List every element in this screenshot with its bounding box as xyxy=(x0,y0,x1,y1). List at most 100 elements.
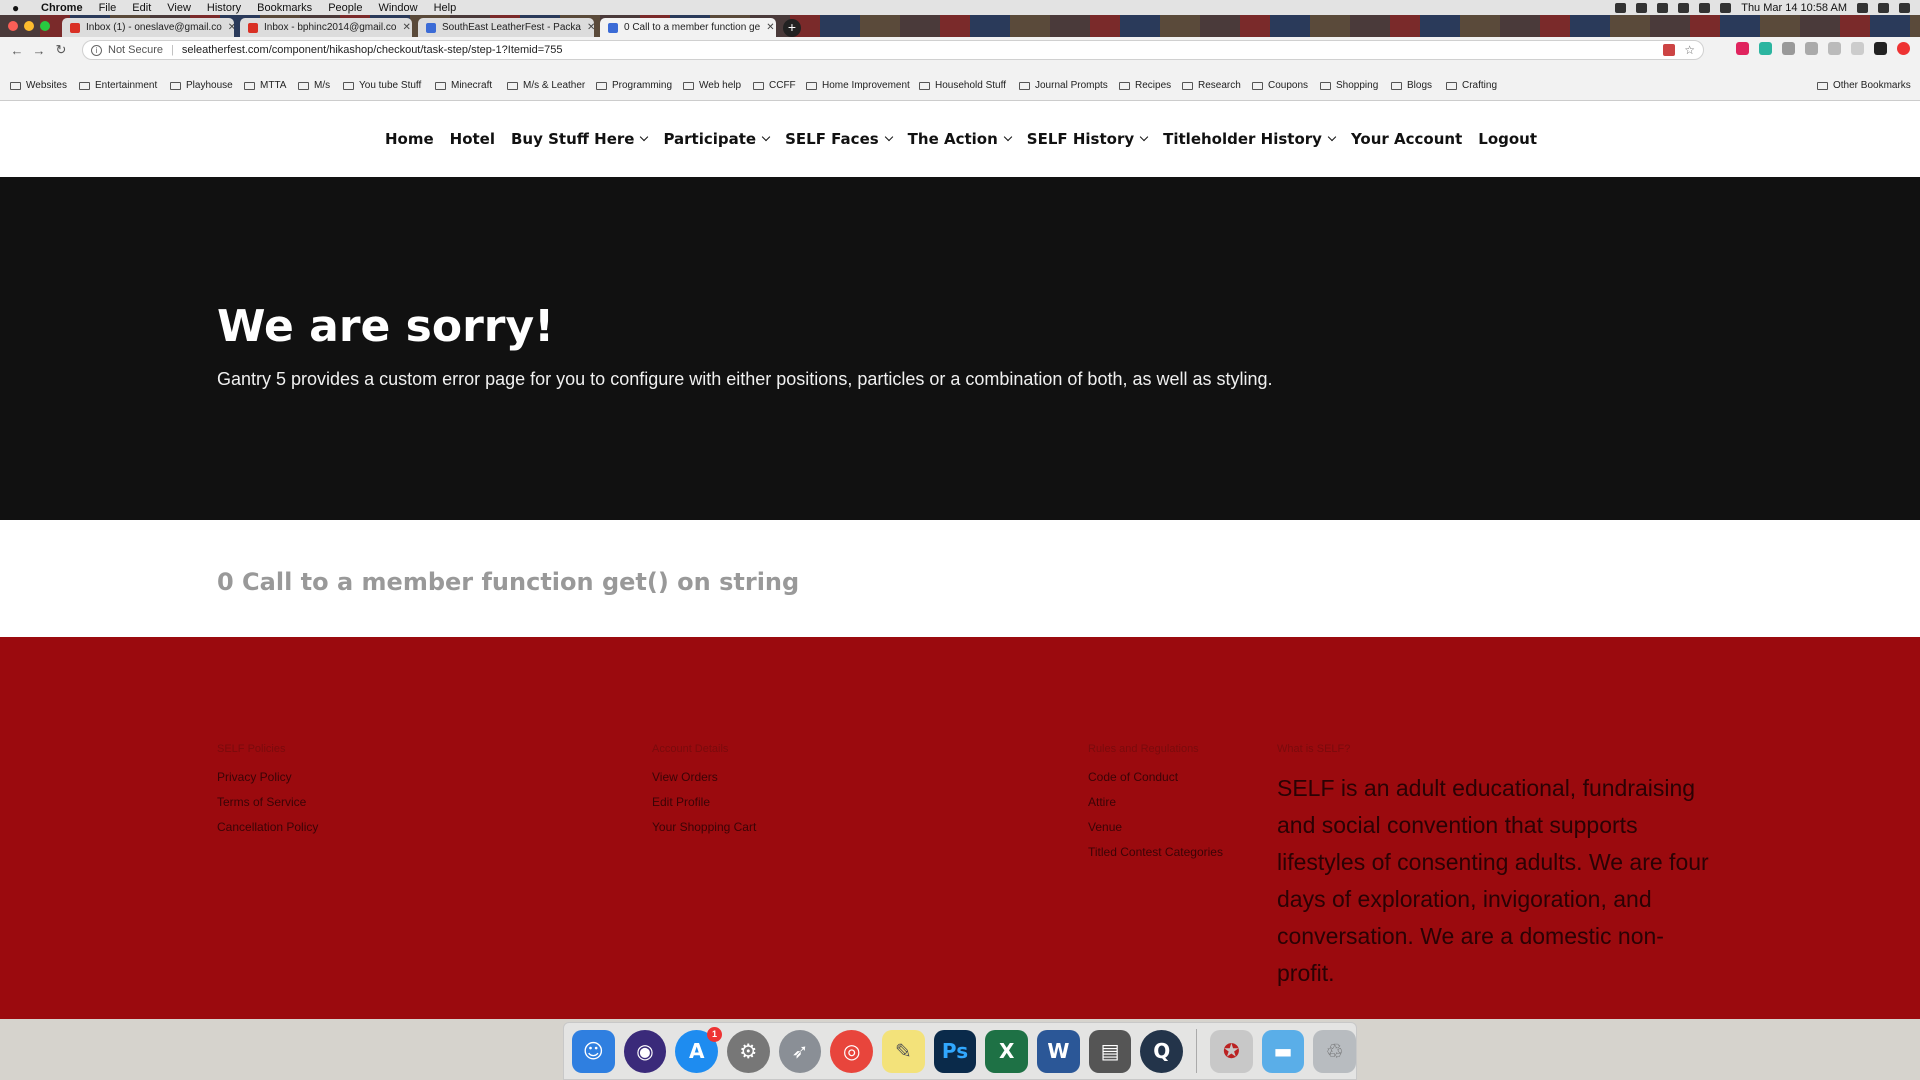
menu-edit[interactable]: Edit xyxy=(132,2,151,14)
trash-icon[interactable]: ♲ xyxy=(1313,1029,1357,1073)
footer-link-privacy-policy[interactable]: Privacy Policy xyxy=(217,770,318,784)
bookmark-folder[interactable]: Household Stuff xyxy=(919,80,1006,91)
tab-gmail-oneslave[interactable]: Inbox (1) - oneslave@gmail.co ✕ xyxy=(62,18,234,37)
bookmark-folder[interactable]: Shopping xyxy=(1320,80,1378,91)
word-icon[interactable]: W xyxy=(1037,1029,1080,1073)
bookmark-folder[interactable]: Recipes xyxy=(1119,80,1171,91)
forward-arrow-icon[interactable]: → xyxy=(28,43,50,58)
info-icon[interactable]: i xyxy=(91,44,102,56)
tab-gmail-bphinc[interactable]: Inbox - bphinc2014@gmail.co ✕ xyxy=(240,18,412,37)
siri-icon[interactable]: ◉ xyxy=(623,1029,667,1073)
close-tab-icon[interactable]: ✕ xyxy=(396,22,410,33)
menubar-clock[interactable]: Thu Mar 14 10:58 AM xyxy=(1741,2,1847,14)
reload-icon[interactable]: ↻ xyxy=(50,42,72,58)
tab-southeast-leatherfest[interactable]: SouthEast LeatherFest - Packa ✕ xyxy=(418,18,594,37)
menu-view[interactable]: View xyxy=(167,2,191,14)
app-store-icon[interactable]: A1 xyxy=(675,1026,723,1073)
bookmark-folder[interactable]: You tube Stuff xyxy=(343,80,421,91)
close-window-button[interactable] xyxy=(8,21,18,31)
bookmark-star-icon[interactable]: ☆ xyxy=(1684,43,1695,57)
footer-link-cancellation-policy[interactable]: Cancellation Policy xyxy=(217,820,318,834)
apple-icon[interactable]: ● xyxy=(12,1,25,15)
bookmark-folder[interactable]: MTTA xyxy=(244,80,286,91)
footer-link-terms-of-service[interactable]: Terms of Service xyxy=(217,795,318,809)
printer-icon[interactable]: ▤ xyxy=(1088,1029,1132,1073)
nav-self-history[interactable]: SELF History xyxy=(1027,130,1149,148)
menu-help[interactable]: Help xyxy=(434,2,457,14)
nav-hotel[interactable]: Hotel xyxy=(450,130,495,148)
nav-home[interactable]: Home xyxy=(385,130,434,148)
nav-titleholder-history[interactable]: Titleholder History xyxy=(1163,130,1337,148)
extension-icon[interactable] xyxy=(1851,42,1864,55)
system-preferences-icon[interactable]: ⚙ xyxy=(727,1029,770,1073)
dropbox-icon[interactable] xyxy=(1615,2,1627,13)
close-tab-icon[interactable]: ✕ xyxy=(222,22,234,33)
notification-center-icon[interactable] xyxy=(1899,2,1910,13)
address-bar[interactable]: i Not Secure | seleatherfest.com/compone… xyxy=(82,40,1704,60)
menu-icon[interactable] xyxy=(1897,42,1910,55)
extension-icon[interactable] xyxy=(1782,42,1795,55)
bookmark-folder[interactable]: Playhouse xyxy=(170,80,233,91)
minimize-window-button[interactable] xyxy=(24,21,34,31)
translate-icon[interactable] xyxy=(1663,44,1675,56)
volume-icon[interactable] xyxy=(1657,2,1669,13)
nav-logout[interactable]: Logout xyxy=(1478,130,1537,148)
tab-error-page-active[interactable]: 0 Call to a member function ge ✕ xyxy=(600,18,776,37)
pinterest-extension-icon[interactable] xyxy=(1736,42,1749,55)
wifi-icon[interactable] xyxy=(1699,2,1711,13)
footer-link-code-of-conduct[interactable]: Code of Conduct xyxy=(1088,770,1223,784)
url-text[interactable]: seleatherfest.com/component/hikashop/che… xyxy=(182,44,563,56)
close-tab-icon[interactable]: ✕ xyxy=(760,22,774,33)
footer-link-titled-contest-categories[interactable]: Titled Contest Categories xyxy=(1088,845,1223,859)
bookmark-folder[interactable]: CCFF xyxy=(753,80,796,91)
menu-people[interactable]: People xyxy=(328,2,362,14)
back-arrow-icon[interactable]: ← xyxy=(6,43,28,58)
folder-icon[interactable]: ▬ xyxy=(1261,1029,1305,1073)
excel-icon[interactable]: X xyxy=(985,1029,1029,1073)
footer-link-shopping-cart[interactable]: Your Shopping Cart xyxy=(652,820,756,834)
bookmark-folder[interactable]: Journal Prompts xyxy=(1019,80,1108,91)
extension-icon[interactable] xyxy=(1828,42,1841,55)
quicktime-icon[interactable]: Q xyxy=(1140,1029,1184,1073)
bookmark-folder[interactable]: M/s xyxy=(298,80,330,91)
footer-link-edit-profile[interactable]: Edit Profile xyxy=(652,795,756,809)
photoshop-icon[interactable]: Ps xyxy=(933,1029,977,1073)
footer-link-venue[interactable]: Venue xyxy=(1088,820,1223,834)
nav-your-account[interactable]: Your Account xyxy=(1351,130,1462,148)
menu-file[interactable]: File xyxy=(99,2,117,14)
bluetooth-icon[interactable] xyxy=(1678,2,1690,13)
bookmark-folder[interactable]: Research xyxy=(1182,80,1241,91)
profile-icon[interactable] xyxy=(1874,42,1887,55)
menu-app-name[interactable]: Chrome xyxy=(41,2,83,14)
eject-icon[interactable] xyxy=(1720,2,1732,13)
nav-self-faces[interactable]: SELF Faces xyxy=(785,130,893,148)
bookmark-folder[interactable]: Programming xyxy=(596,80,672,91)
adobe-icon[interactable] xyxy=(1636,2,1648,13)
nav-buy-stuff-here[interactable]: Buy Stuff Here xyxy=(511,130,649,148)
bookmark-folder[interactable]: Blogs xyxy=(1391,80,1432,91)
menu-history[interactable]: History xyxy=(207,2,241,14)
close-tab-icon[interactable]: ✕ xyxy=(581,22,594,33)
bookmark-folder[interactable]: M/s & Leather xyxy=(507,80,585,91)
other-bookmarks[interactable]: Other Bookmarks xyxy=(1817,80,1911,91)
finder-icon[interactable]: ☺ xyxy=(572,1029,615,1073)
bookmark-folder[interactable]: Entertainment xyxy=(79,80,157,91)
bookmark-folder[interactable]: Web help xyxy=(683,80,741,91)
spotlight-icon[interactable] xyxy=(1878,2,1889,13)
bookmark-folder[interactable]: Home Improvement xyxy=(806,80,910,91)
user-icon[interactable] xyxy=(1857,2,1868,13)
nav-participate[interactable]: Participate xyxy=(663,130,771,148)
extension-icon[interactable] xyxy=(1805,42,1818,55)
menu-bookmarks[interactable]: Bookmarks xyxy=(257,2,312,14)
footer-link-attire[interactable]: Attire xyxy=(1088,795,1223,809)
chrome-icon[interactable]: ◎ xyxy=(830,1029,874,1073)
bookmark-folder[interactable]: Crafting xyxy=(1446,80,1497,91)
launchpad-icon[interactable]: ➶ xyxy=(778,1029,822,1073)
bookmark-folder[interactable]: Coupons xyxy=(1252,80,1308,91)
nav-the-action[interactable]: The Action xyxy=(908,130,1013,148)
menu-window[interactable]: Window xyxy=(378,2,417,14)
vendors-icon[interactable]: ✪ xyxy=(1210,1029,1253,1073)
bookmark-folder[interactable]: Minecraft xyxy=(435,80,492,91)
extension-icon[interactable] xyxy=(1759,42,1772,55)
zoom-window-button[interactable] xyxy=(40,21,50,31)
